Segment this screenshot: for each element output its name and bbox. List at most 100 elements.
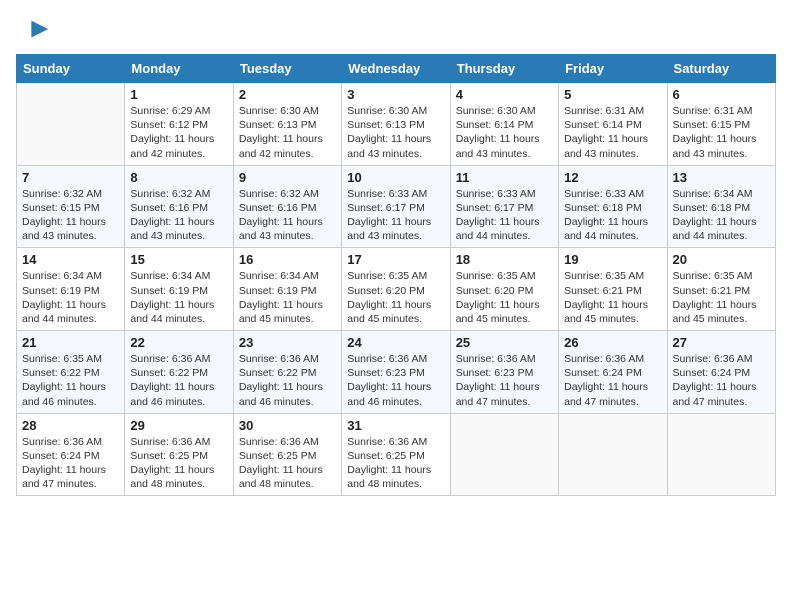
header-cell-thursday: Thursday <box>450 55 558 83</box>
day-number: 22 <box>130 335 227 350</box>
cell-details: Sunrise: 6:35 AM Sunset: 6:21 PM Dayligh… <box>564 269 661 326</box>
calendar-cell: 17Sunrise: 6:35 AM Sunset: 6:20 PM Dayli… <box>342 248 450 331</box>
calendar-cell: 5 Sunrise: 6:31 AM Sunset: 6:14 PM Daylig… <box>559 83 667 166</box>
calendar-cell: 29 Sunrise: 6:36 AM Sunset: 6:25 PM Dayli… <box>125 413 233 496</box>
calendar-cell: 22 Sunrise: 6:36 AM Sunset: 6:22 PM Dayli… <box>125 331 233 414</box>
day-number: 30 <box>239 418 336 433</box>
header-cell-wednesday: Wednesday <box>342 55 450 83</box>
cell-details: Sunrise: 6:33 AM Sunset: 6:17 PM Dayligh… <box>347 187 444 244</box>
cell-details: Sunrise: 6:35 AM Sunset: 6:22 PM Dayligh… <box>22 352 119 409</box>
calendar-table: SundayMondayTuesdayWednesdayThursdayFrid… <box>16 54 776 496</box>
cell-details: Sunrise: 6:36 AM Sunset: 6:23 PM Dayligh… <box>456 352 553 409</box>
cell-details: Sunrise: 6:30 AM Sunset: 6:14 PM Dayligh… <box>456 104 553 161</box>
calendar-cell: 13 Sunrise: 6:34 AM Sunset: 6:18 PM Dayli… <box>667 165 775 248</box>
header-row: SundayMondayTuesdayWednesdayThursdayFrid… <box>17 55 776 83</box>
cell-details: Sunrise: 6:36 AM Sunset: 6:25 PM Dayligh… <box>347 435 444 492</box>
cell-details: Sunrise: 6:36 AM Sunset: 6:24 PM Dayligh… <box>673 352 770 409</box>
cell-details: Sunrise: 6:32 AM Sunset: 6:15 PM Dayligh… <box>22 187 119 244</box>
calendar-cell: 21 Sunrise: 6:35 AM Sunset: 6:22 PM Dayli… <box>17 331 125 414</box>
cell-details: Sunrise: 6:36 AM Sunset: 6:24 PM Dayligh… <box>564 352 661 409</box>
day-number: 21 <box>22 335 119 350</box>
calendar-cell: 19 Sunrise: 6:35 AM Sunset: 6:21 PM Dayli… <box>559 248 667 331</box>
cell-details: Sunrise: 6:34 AM Sunset: 6:18 PM Dayligh… <box>673 187 770 244</box>
day-number: 27 <box>673 335 770 350</box>
day-number: 14 <box>22 252 119 267</box>
calendar-cell: 16 Sunrise: 6:34 AM Sunset: 6:19 PM Dayli… <box>233 248 341 331</box>
page-header <box>16 16 776 44</box>
day-number: 19 <box>564 252 661 267</box>
day-number: 16 <box>239 252 336 267</box>
week-row-1: 1 Sunrise: 6:29 AM Sunset: 6:12 PM Daylig… <box>17 83 776 166</box>
header-cell-tuesday: Tuesday <box>233 55 341 83</box>
header-cell-sunday: Sunday <box>17 55 125 83</box>
cell-details: Sunrise: 6:30 AM Sunset: 6:13 PM Dayligh… <box>347 104 444 161</box>
cell-details: Sunrise: 6:33 AM Sunset: 6:18 PM Dayligh… <box>564 187 661 244</box>
calendar-cell <box>559 413 667 496</box>
calendar-cell: 20Sunrise: 6:35 AM Sunset: 6:21 PM Dayli… <box>667 248 775 331</box>
calendar-cell: 14 Sunrise: 6:34 AM Sunset: 6:19 PM Dayli… <box>17 248 125 331</box>
day-number: 26 <box>564 335 661 350</box>
calendar-cell: 7 Sunrise: 6:32 AM Sunset: 6:15 PM Daylig… <box>17 165 125 248</box>
day-number: 10 <box>347 170 444 185</box>
week-row-2: 7 Sunrise: 6:32 AM Sunset: 6:15 PM Daylig… <box>17 165 776 248</box>
cell-details: Sunrise: 6:35 AM Sunset: 6:20 PM Dayligh… <box>456 269 553 326</box>
day-number: 6 <box>673 87 770 102</box>
logo-icon <box>22 16 50 44</box>
header-cell-friday: Friday <box>559 55 667 83</box>
calendar-cell: 12 Sunrise: 6:33 AM Sunset: 6:18 PM Dayli… <box>559 165 667 248</box>
day-number: 8 <box>130 170 227 185</box>
calendar-cell: 26 Sunrise: 6:36 AM Sunset: 6:24 PM Dayli… <box>559 331 667 414</box>
day-number: 7 <box>22 170 119 185</box>
cell-details: Sunrise: 6:29 AM Sunset: 6:12 PM Dayligh… <box>130 104 227 161</box>
day-number: 4 <box>456 87 553 102</box>
calendar-cell: 18 Sunrise: 6:35 AM Sunset: 6:20 PM Dayli… <box>450 248 558 331</box>
day-number: 20 <box>673 252 770 267</box>
cell-details: Sunrise: 6:34 AM Sunset: 6:19 PM Dayligh… <box>239 269 336 326</box>
logo <box>16 16 50 44</box>
cell-details: Sunrise: 6:36 AM Sunset: 6:23 PM Dayligh… <box>347 352 444 409</box>
day-number: 12 <box>564 170 661 185</box>
cell-details: Sunrise: 6:31 AM Sunset: 6:14 PM Dayligh… <box>564 104 661 161</box>
cell-details: Sunrise: 6:33 AM Sunset: 6:17 PM Dayligh… <box>456 187 553 244</box>
calendar-cell: 8 Sunrise: 6:32 AM Sunset: 6:16 PM Daylig… <box>125 165 233 248</box>
cell-details: Sunrise: 6:34 AM Sunset: 6:19 PM Dayligh… <box>130 269 227 326</box>
calendar-cell: 24 Sunrise: 6:36 AM Sunset: 6:23 PM Dayli… <box>342 331 450 414</box>
cell-details: Sunrise: 6:31 AM Sunset: 6:15 PM Dayligh… <box>673 104 770 161</box>
cell-details: Sunrise: 6:36 AM Sunset: 6:25 PM Dayligh… <box>130 435 227 492</box>
day-number: 13 <box>673 170 770 185</box>
day-number: 31 <box>347 418 444 433</box>
calendar-cell: 4 Sunrise: 6:30 AM Sunset: 6:14 PM Daylig… <box>450 83 558 166</box>
calendar-cell: 3Sunrise: 6:30 AM Sunset: 6:13 PM Daylig… <box>342 83 450 166</box>
day-number: 1 <box>130 87 227 102</box>
day-number: 2 <box>239 87 336 102</box>
calendar-cell: 6 Sunrise: 6:31 AM Sunset: 6:15 PM Daylig… <box>667 83 775 166</box>
calendar-cell: 15 Sunrise: 6:34 AM Sunset: 6:19 PM Dayli… <box>125 248 233 331</box>
day-number: 9 <box>239 170 336 185</box>
calendar-cell: 27 Sunrise: 6:36 AM Sunset: 6:24 PM Dayli… <box>667 331 775 414</box>
cell-details: Sunrise: 6:36 AM Sunset: 6:22 PM Dayligh… <box>130 352 227 409</box>
week-row-5: 28 Sunrise: 6:36 AM Sunset: 6:24 PM Dayli… <box>17 413 776 496</box>
calendar-cell: 9 Sunrise: 6:32 AM Sunset: 6:16 PM Daylig… <box>233 165 341 248</box>
cell-details: Sunrise: 6:30 AM Sunset: 6:13 PM Dayligh… <box>239 104 336 161</box>
day-number: 25 <box>456 335 553 350</box>
day-number: 24 <box>347 335 444 350</box>
calendar-cell: 10 Sunrise: 6:33 AM Sunset: 6:17 PM Dayli… <box>342 165 450 248</box>
cell-details: Sunrise: 6:36 AM Sunset: 6:24 PM Dayligh… <box>22 435 119 492</box>
cell-details: Sunrise: 6:36 AM Sunset: 6:22 PM Dayligh… <box>239 352 336 409</box>
calendar-cell <box>450 413 558 496</box>
calendar-cell: 2 Sunrise: 6:30 AM Sunset: 6:13 PM Daylig… <box>233 83 341 166</box>
week-row-3: 14 Sunrise: 6:34 AM Sunset: 6:19 PM Dayli… <box>17 248 776 331</box>
day-number: 29 <box>130 418 227 433</box>
cell-details: Sunrise: 6:34 AM Sunset: 6:19 PM Dayligh… <box>22 269 119 326</box>
day-number: 15 <box>130 252 227 267</box>
week-row-4: 21 Sunrise: 6:35 AM Sunset: 6:22 PM Dayli… <box>17 331 776 414</box>
cell-details: Sunrise: 6:32 AM Sunset: 6:16 PM Dayligh… <box>130 187 227 244</box>
day-number: 18 <box>456 252 553 267</box>
calendar-cell: 31 Sunrise: 6:36 AM Sunset: 6:25 PM Dayli… <box>342 413 450 496</box>
cell-details: Sunrise: 6:32 AM Sunset: 6:16 PM Dayligh… <box>239 187 336 244</box>
calendar-cell: 1 Sunrise: 6:29 AM Sunset: 6:12 PM Daylig… <box>125 83 233 166</box>
calendar-cell: 25 Sunrise: 6:36 AM Sunset: 6:23 PM Dayli… <box>450 331 558 414</box>
day-number: 28 <box>22 418 119 433</box>
day-number: 5 <box>564 87 661 102</box>
day-number: 17 <box>347 252 444 267</box>
